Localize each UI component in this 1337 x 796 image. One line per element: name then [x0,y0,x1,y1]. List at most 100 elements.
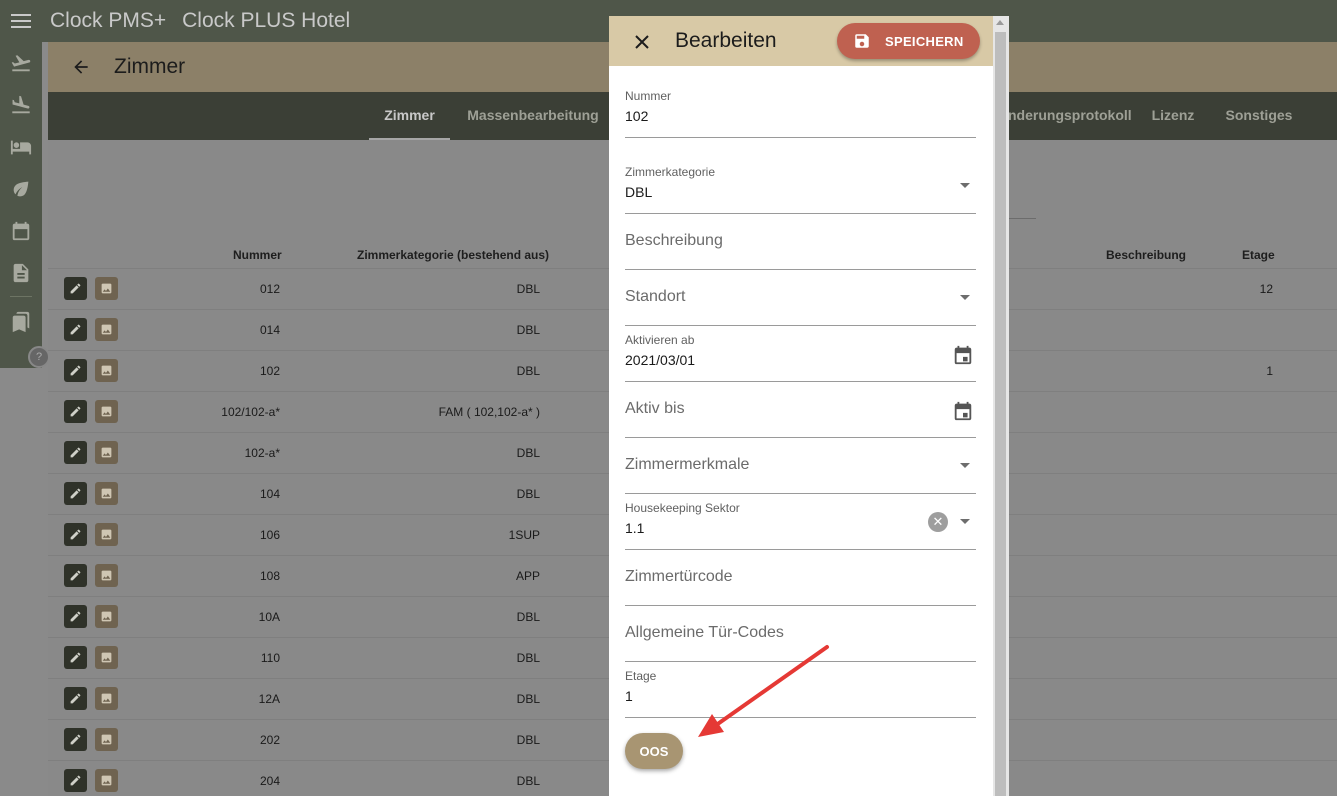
aktiv-bis-field[interactable]: Aktiv bis [625,382,976,438]
app-title: Clock PMS+ [50,9,167,32]
room-images-button[interactable] [95,441,118,464]
rail-item-documents[interactable] [0,252,42,294]
pencil-icon [70,775,81,786]
rail-item-calendar[interactable] [0,210,42,252]
beschreibung-field[interactable]: Beschreibung [625,214,976,270]
room-images-button[interactable] [95,318,118,341]
edit-row-button[interactable] [64,646,87,669]
pencil-icon [70,488,81,499]
calendar-icon[interactable] [952,344,974,366]
zimmerkategorie-select[interactable]: Zimmerkategorie DBL [625,158,976,214]
nummer-field[interactable]: Nummer 102 [625,82,976,138]
cell-nummer: 108 [259,569,280,583]
document-icon [13,263,29,283]
column-header-zimmerkategorie[interactable]: Zimmerkategorie (bestehend aus) [357,248,549,262]
oos-button[interactable]: OOS [625,733,683,769]
rail-item-bookmarks[interactable] [0,301,42,343]
room-images-button[interactable] [95,687,118,710]
cell-zimmerkategorie: 1SUP [508,528,540,542]
cell-zimmerkategorie: DBL [516,364,540,378]
edit-row-button[interactable] [64,441,87,464]
edit-row-button[interactable] [64,277,87,300]
rail-item-eco[interactable] [0,168,42,210]
cell-zimmerkategorie: DBL [516,692,540,706]
tab-lizenz[interactable]: Lizenz [1138,92,1208,140]
edit-row-button[interactable] [64,605,87,628]
image-icon [101,652,112,663]
tab-sonstiges[interactable]: Sonstiges [1214,92,1304,140]
dropdown-arrow-icon[interactable] [960,295,970,300]
cell-zimmerkategorie: DBL [516,774,540,788]
rail-item-departures[interactable] [0,42,42,84]
dropdown-arrow-icon[interactable] [960,183,970,188]
pencil-icon [70,652,81,663]
save-button[interactable]: SPEICHERN [837,23,980,59]
image-icon [101,570,112,581]
standort-select[interactable]: Standort [625,270,976,326]
edit-row-button[interactable] [64,482,87,505]
room-images-button[interactable] [95,769,118,792]
cell-zimmerkategorie: FAM ( 102,102-a* ) [438,405,540,419]
image-icon [101,447,112,458]
edit-row-button[interactable] [64,564,87,587]
edit-row-button[interactable] [64,687,87,710]
rail-item-rooms[interactable] [0,126,42,168]
edit-row-button[interactable] [64,400,87,423]
tab-zimmer[interactable]: Zimmer [369,92,450,140]
cell-nummer: 106 [259,528,280,542]
save-button-label: SPEICHERN [885,33,964,49]
cell-nummer: 202 [259,733,280,747]
close-button[interactable] [629,29,655,55]
image-icon [101,283,112,294]
cell-nummer: 014 [259,323,280,337]
edit-row-button[interactable] [64,359,87,382]
edit-row-button[interactable] [64,318,87,341]
zimmerkategorie-label: Zimmerkategorie [625,165,716,179]
image-icon [101,611,112,622]
zimmertuercode-field[interactable]: Zimmertürcode [625,550,976,606]
rail-item-arrivals[interactable] [0,84,42,126]
tab-aenderungsprotokoll[interactable]: nderungsprotokoll [1008,92,1132,140]
standort-placeholder: Standort [625,288,686,305]
nummer-label: Nummer [625,89,672,103]
tab-massenbearbeitung[interactable]: Massenbearbeitung [458,92,608,140]
room-images-button[interactable] [95,646,118,669]
room-images-button[interactable] [95,359,118,382]
edit-row-button[interactable] [64,728,87,751]
beschreibung-placeholder: Beschreibung [625,232,723,249]
column-header-beschreibung[interactable]: Beschreibung [1106,248,1186,262]
cell-zimmerkategorie: DBL [516,446,540,460]
clear-circle-icon[interactable]: ✕ [928,512,948,532]
help-button[interactable]: ? [28,346,50,368]
back-button[interactable] [48,42,114,92]
room-images-button[interactable] [95,277,118,300]
room-images-button[interactable] [95,400,118,423]
scroll-up-arrow-icon[interactable] [996,20,1004,25]
image-icon [101,365,112,376]
hamburger-icon [11,14,31,28]
column-header-etage[interactable]: Etage [1242,248,1275,262]
help-icon: ? [35,351,43,363]
room-images-button[interactable] [95,482,118,505]
room-images-button[interactable] [95,523,118,546]
room-images-button[interactable] [95,564,118,587]
hamburger-menu-button[interactable] [0,0,42,42]
edit-row-button[interactable] [64,769,87,792]
cell-nummer: 102-a* [244,446,280,460]
dialog-scrollbar-thumb[interactable] [995,32,1006,796]
room-images-button[interactable] [95,605,118,628]
housekeeping-sektor-select[interactable]: Housekeeping Sektor 1.1 ✕ [625,494,976,550]
column-header-nummer[interactable]: Nummer [233,248,282,262]
etage-label: Etage [625,669,657,683]
room-images-button[interactable] [95,728,118,751]
aktivieren-ab-field[interactable]: Aktivieren ab 2021/03/01 [625,326,976,382]
zimmermerkmale-select[interactable]: Zimmermerkmale [625,438,976,494]
aktivieren-ab-value: 2021/03/01 [625,352,696,368]
flight-land-icon [12,95,30,114]
search-field-underline[interactable] [1008,218,1036,219]
dialog-header: Bearbeiten SPEICHERN [609,16,993,66]
dropdown-arrow-icon[interactable] [960,519,970,524]
calendar-icon[interactable] [952,400,974,422]
edit-row-button[interactable] [64,523,87,546]
dropdown-arrow-icon[interactable] [960,463,970,468]
